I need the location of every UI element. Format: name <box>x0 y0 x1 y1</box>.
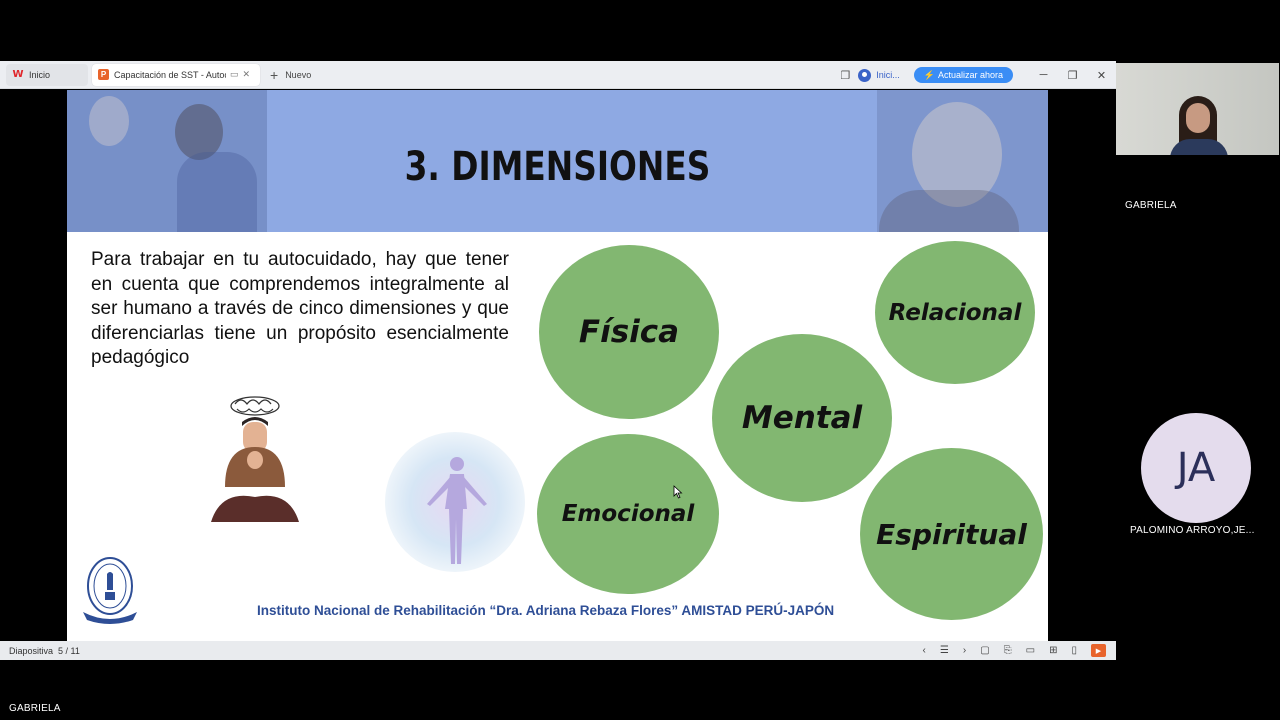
minimize-icon[interactable]: ─ <box>1029 69 1058 81</box>
institute-seal-logo <box>83 557 137 624</box>
new-tab-label: Nuevo <box>285 69 312 80</box>
maximize-icon[interactable]: ❐ <box>1058 69 1087 82</box>
previous-slide-icon[interactable]: ‹ <box>923 645 926 656</box>
new-tab-button[interactable]: + Nuevo <box>270 67 311 83</box>
next-slide-icon[interactable]: › <box>963 645 966 656</box>
dimension-label: Física <box>578 314 680 350</box>
participant-name: GABRIELA <box>1125 200 1177 211</box>
presentation-statusbar: Diapositiva 5 / 11 ‹ ☰ › ▢ ⎘ ▭ ⊞ ▯ ▶ <box>0 641 1116 660</box>
screen: W Inicio P Capacitación de SST - Autocui… <box>0 0 1280 720</box>
slide-margin-left <box>0 90 67 641</box>
reading-view-icon[interactable]: ▯ <box>1071 645 1077 656</box>
presenter-name: GABRIELA <box>9 703 61 714</box>
plus-icon: + <box>270 66 279 83</box>
slide-position: 5 / 11 <box>58 645 80 656</box>
slide-margin-right <box>1048 90 1116 641</box>
export-icon[interactable]: ⎘ <box>1004 645 1012 656</box>
tab-label: Capacitación de SST - Autocuidado <box>114 69 226 80</box>
video-person <box>1186 103 1210 133</box>
slide: 3. DIMENSIONES Para trabajar en tu autoc… <box>67 90 1048 641</box>
user-icon <box>858 68 872 82</box>
window-controls: ❐ Inici... ⚡ Actualizar ahora ─ ❐ ✕ <box>832 61 1116 89</box>
update-now-button[interactable]: ⚡ Actualizar ahora <box>913 67 1013 83</box>
banner-figure <box>89 96 129 146</box>
grid-view-icon[interactable]: ⊞ <box>1049 645 1057 656</box>
browser-tabbar: W Inicio P Capacitación de SST - Autocui… <box>0 61 1116 89</box>
dimension-label: Relacional <box>888 299 1022 326</box>
dimension-fisica: Física <box>539 245 719 419</box>
close-window-icon[interactable]: ✕ <box>1087 69 1116 82</box>
participant-avatar[interactable]: JA <box>1141 413 1251 523</box>
statusbar-controls: ‹ ☰ › ▢ ⎘ ▭ ⊞ ▯ ▶ <box>909 641 1106 660</box>
mouse-cursor-icon <box>673 485 683 499</box>
restore-tabs-icon[interactable]: ❐ <box>840 69 850 82</box>
tab-presentation[interactable]: P Capacitación de SST - Autocuidado ▭ ✕ <box>92 63 260 86</box>
user-login-button[interactable]: Inici... <box>858 68 900 82</box>
dimension-label: Emocional <box>561 501 695 527</box>
user-label: Inici... <box>876 70 900 80</box>
slide-footer: Instituto Nacional de Rehabilitación “Dr… <box>257 603 835 618</box>
slide-body-text: Para trabajar en tu autocuidado, hay que… <box>91 249 509 368</box>
monitor-icon[interactable]: ▭ <box>230 69 239 80</box>
slide-title: 3. DIMENSIONES <box>404 144 711 190</box>
meditating-person-illustration <box>211 396 299 522</box>
tab-home[interactable]: W Inicio <box>6 63 88 86</box>
notes-icon[interactable]: ▢ <box>980 645 989 656</box>
dimension-emocional: Emocional <box>537 434 719 594</box>
dimension-mental: Mental <box>712 334 892 502</box>
lightning-icon: ⚡ <box>923 69 935 80</box>
glowing-figure-illustration <box>427 457 487 564</box>
banner-figure <box>879 190 1019 232</box>
participant-video-gabriela[interactable] <box>1116 63 1279 155</box>
dimension-espiritual: Espiritual <box>860 448 1043 620</box>
avatar-initials: JA <box>1176 445 1216 491</box>
play-slideshow-icon[interactable]: ▶ <box>1091 644 1106 657</box>
tab-label: Inicio <box>29 69 51 80</box>
participant-name: PALOMINO ARROYO,JE... <box>1130 525 1255 536</box>
update-label: Actualizar ahora <box>937 70 1003 80</box>
slide-list-icon[interactable]: ☰ <box>940 645 949 656</box>
normal-view-icon[interactable]: ▭ <box>1026 645 1035 656</box>
slide-counter: Diapositiva 5 / 11 <box>9 646 80 656</box>
dimension-relacional: Relacional <box>875 241 1035 384</box>
dimension-label: Mental <box>741 400 863 436</box>
wps-logo-icon: W <box>12 69 24 80</box>
dimension-label: Espiritual <box>876 517 1027 551</box>
close-tab-icon[interactable]: ✕ <box>243 69 251 80</box>
slide-label: Diapositiva <box>9 645 54 656</box>
presentation-icon: P <box>98 69 109 80</box>
slide-banner: 3. DIMENSIONES <box>67 90 1048 232</box>
